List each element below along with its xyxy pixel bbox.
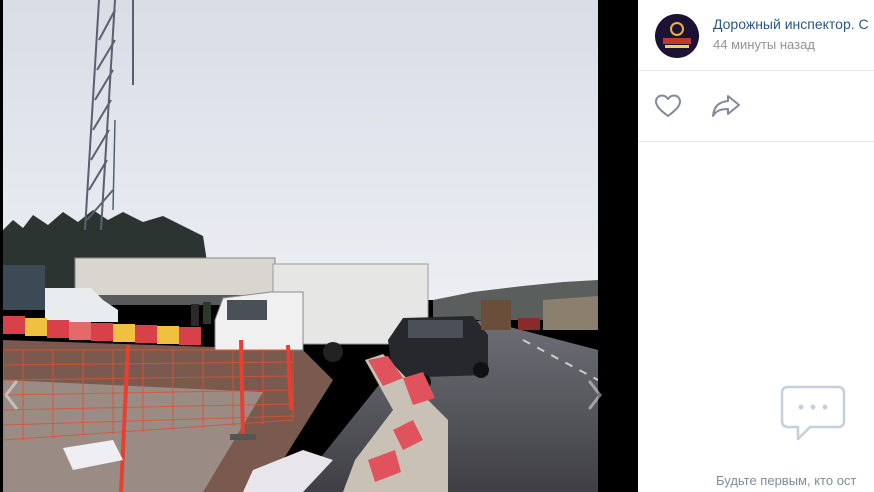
avatar[interactable] (655, 14, 699, 58)
post-panel: Дорожный инспектор. С 44 минуты назад Бу… (638, 0, 874, 492)
post-time[interactable]: 44 минуты назад (713, 37, 815, 52)
share-button[interactable] (710, 93, 742, 119)
heart-icon (655, 94, 681, 117)
chevron-right-icon (588, 380, 602, 410)
photo[interactable] (3, 0, 598, 492)
photo-viewer (0, 0, 638, 492)
next-photo-button[interactable] (584, 378, 606, 412)
like-button[interactable] (654, 93, 682, 119)
avatar-logo-icon (655, 14, 699, 58)
author-name[interactable]: Дорожный инспектор. С (713, 16, 874, 32)
chevron-left-icon (4, 380, 18, 410)
prev-photo-button[interactable] (0, 378, 22, 412)
share-arrow-icon (712, 95, 740, 117)
comment-bubble-icon (780, 385, 846, 441)
photo-image (3, 0, 598, 492)
post-actions (638, 71, 874, 142)
comments-empty-text: Будьте первым, кто ост (716, 473, 857, 488)
comments-empty-illustration (776, 383, 850, 451)
post-header: Дорожный инспектор. С 44 минуты назад (638, 0, 874, 71)
